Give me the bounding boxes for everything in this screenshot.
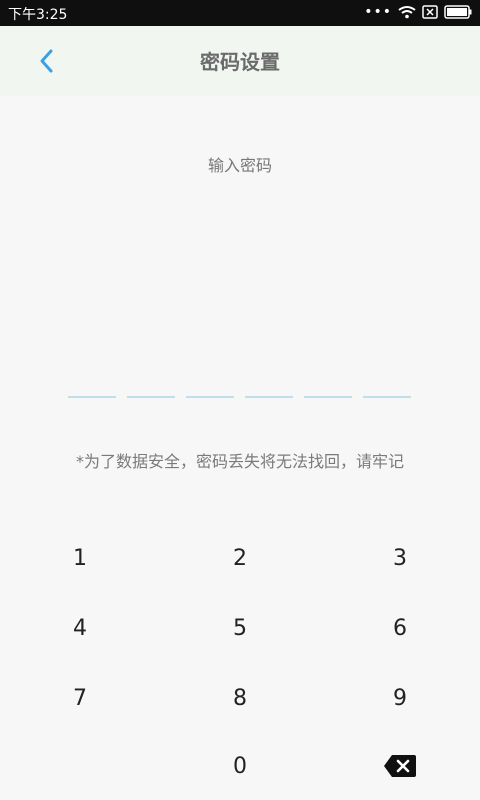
key-5[interactable]: 5 [180,598,300,658]
security-notice: *为了数据安全，密码丢失将无法找回，请牢记 [75,452,404,471]
status-time: 下午3:25 [8,7,68,23]
key-0[interactable]: 0 [180,736,300,796]
page-title: 密码设置 [200,50,280,74]
pin-input-row[interactable] [68,396,412,400]
key-3[interactable]: 3 [340,528,460,588]
pin-slot [127,396,175,398]
pin-slot [304,396,352,398]
pin-slot [68,396,116,398]
pin-slot [186,396,234,398]
password-prompt: 输入密码 [207,156,272,175]
pin-slot [363,396,411,398]
numeric-keypad: 1 2 3 4 5 6 7 8 9 0 [0,520,480,800]
delete-key[interactable] [340,736,460,796]
key-1[interactable]: 1 [20,528,140,588]
status-icons: ••• [364,5,472,19]
notification-dots: ••• [364,4,392,20]
key-6[interactable]: 6 [340,598,460,658]
key-9[interactable]: 9 [340,668,460,728]
no-sim-icon [422,5,438,19]
header-bar: 密码设置 [0,26,480,96]
key-8[interactable]: 8 [180,668,300,728]
status-bar: 下午3:25 ••• [0,0,480,26]
key-7[interactable]: 7 [20,668,140,728]
battery-icon [444,5,472,19]
key-2[interactable]: 2 [180,528,300,588]
backspace-icon [384,755,416,777]
wifi-icon [398,6,416,19]
key-4[interactable]: 4 [20,598,140,658]
pin-slot [245,396,293,398]
